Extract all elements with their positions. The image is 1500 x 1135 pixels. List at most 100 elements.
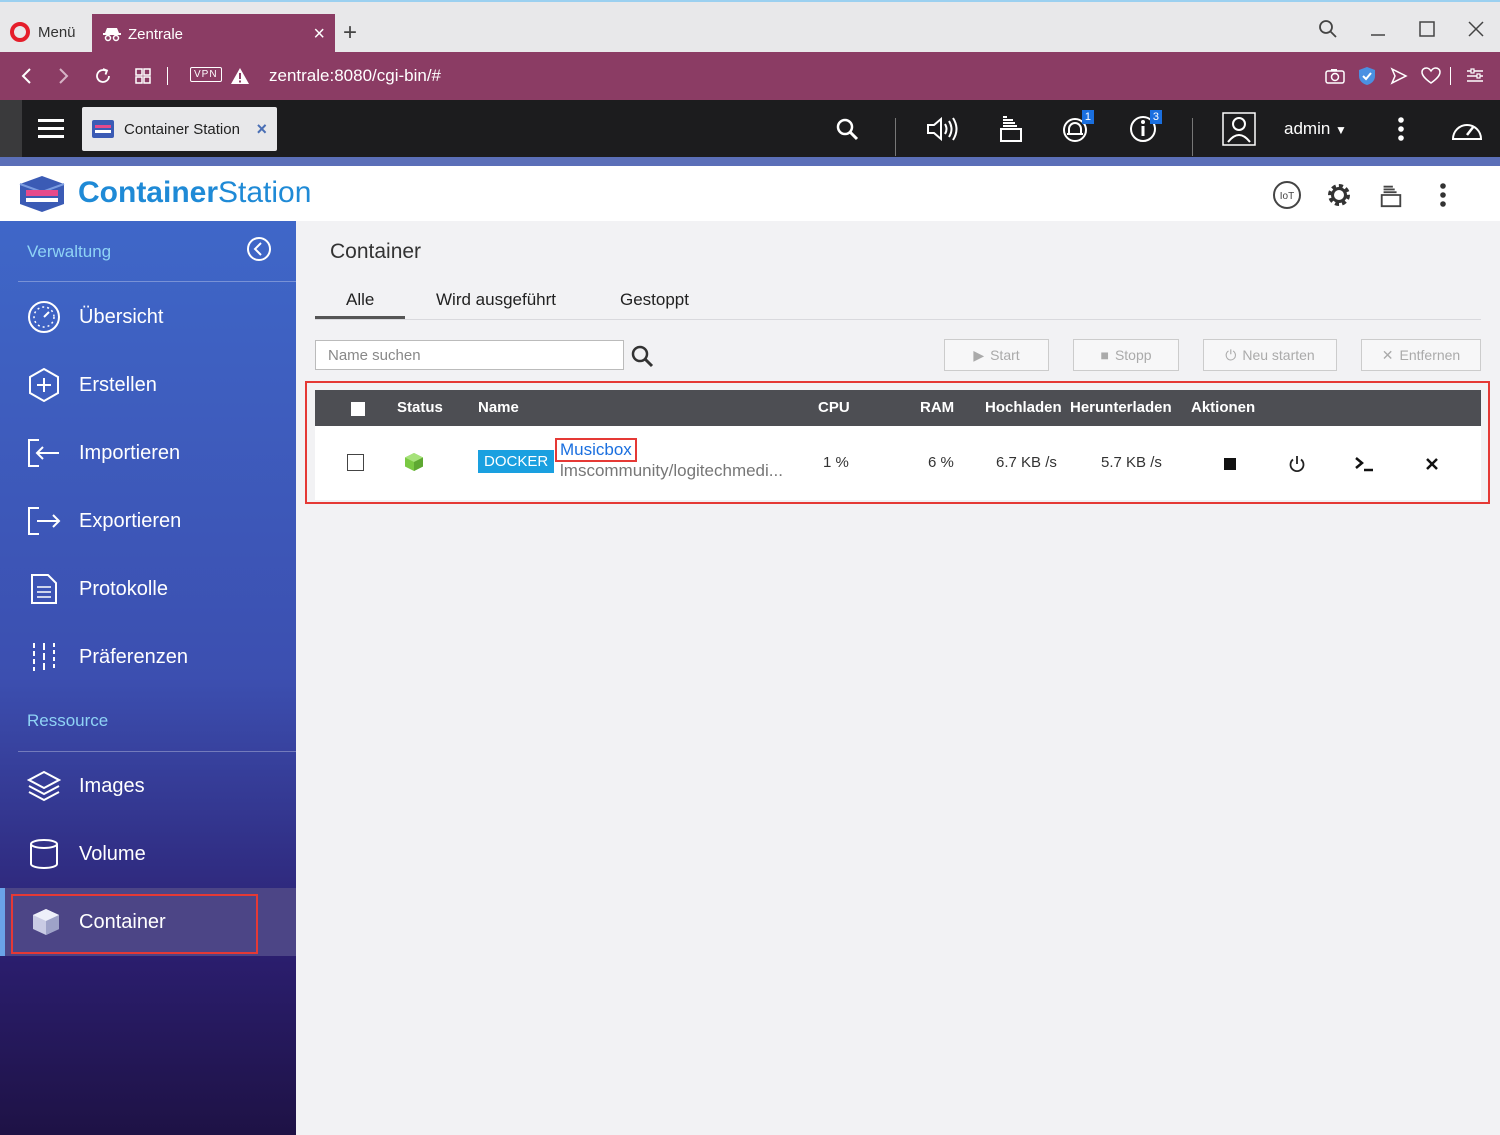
import-icon — [27, 436, 61, 470]
close-window-icon[interactable] — [1461, 16, 1491, 42]
opera-menu-button[interactable]: Menü — [10, 22, 76, 42]
dashboard-gauge-icon[interactable] — [1450, 112, 1484, 146]
snapshot-icon[interactable] — [1323, 64, 1347, 88]
remove-button[interactable]: ✕ Entfernen — [1361, 339, 1481, 371]
speaker-icon[interactable] — [926, 112, 960, 146]
create-plus-icon — [27, 368, 61, 402]
url-field[interactable]: zentrale:8080/cgi-bin/# — [269, 66, 441, 86]
accent-strip — [0, 157, 1500, 166]
speed-dial-icon[interactable] — [131, 64, 155, 88]
maximize-icon[interactable] — [1412, 16, 1442, 42]
container-station-logo-icon — [18, 176, 66, 212]
info-badge: 3 — [1149, 110, 1162, 124]
preferences-sliders-icon — [27, 640, 61, 674]
minimize-icon[interactable] — [1363, 16, 1393, 42]
search-icon[interactable] — [630, 344, 654, 368]
highlight-box — [11, 894, 258, 954]
user-avatar-icon[interactable] — [1222, 112, 1256, 146]
section-ressource: Ressource — [27, 711, 109, 730]
info-icon[interactable]: 3 — [1126, 110, 1162, 146]
stop-button[interactable]: ■ Stopp — [1073, 339, 1179, 371]
vpn-badge[interactable]: VPN — [190, 67, 222, 82]
back-icon[interactable] — [14, 64, 38, 88]
log-document-icon — [27, 572, 61, 606]
browser-search-icon[interactable] — [1313, 16, 1343, 42]
separator — [895, 118, 896, 156]
sidebar-item-volume[interactable]: Volume — [0, 820, 296, 888]
sidebar-item-importieren[interactable]: Importieren — [0, 419, 296, 487]
warning-icon[interactable] — [228, 64, 252, 88]
heart-icon[interactable] — [1419, 64, 1443, 88]
background-tasks-icon[interactable] — [1376, 180, 1406, 210]
notification-icon[interactable]: 1 — [1058, 110, 1094, 146]
layers-icon — [27, 769, 61, 803]
stop-label: Stopp — [1114, 347, 1152, 363]
svg-text:IoT: IoT — [1280, 191, 1294, 202]
sidebar-item-label: Images — [79, 774, 145, 797]
browser-tab-close-icon[interactable]: × — [313, 24, 325, 44]
settings-gear-icon[interactable] — [1324, 180, 1354, 210]
iot-icon[interactable]: IoT — [1272, 180, 1302, 210]
main-content: Container Alle Wird ausgeführt Gestoppt … — [296, 221, 1500, 1135]
dashboard-icon — [27, 300, 61, 334]
start-label: Start — [990, 347, 1020, 363]
close-icon: ✕ — [1381, 346, 1394, 363]
page-title: Container — [330, 240, 422, 263]
forward-icon[interactable] — [52, 64, 76, 88]
sidebar-item-erstellen[interactable]: Erstellen — [0, 351, 296, 419]
browser-tab-title: Zentrale — [128, 25, 184, 43]
sidebar-item-label: Protokolle — [79, 577, 168, 600]
sidebar-item-label: Volume — [79, 842, 146, 865]
notification-badge: 1 — [1081, 110, 1094, 124]
sidebar-item-praeferenzen[interactable]: Präferenzen — [0, 623, 296, 691]
container-station-logo-icon — [92, 120, 114, 138]
restart-button[interactable]: ⏻ Neu starten — [1203, 339, 1337, 371]
divider — [1450, 67, 1451, 85]
bar-edge — [0, 100, 22, 157]
app-title: ContainerStation — [78, 176, 311, 210]
start-button[interactable]: ▶ Start — [944, 339, 1049, 371]
active-tab-indicator — [315, 316, 405, 319]
section-verwaltung: Verwaltung — [27, 242, 112, 261]
app-tab-container-station[interactable]: Container Station × — [82, 107, 277, 151]
sidebar-item-protokolle[interactable]: Protokolle — [0, 555, 296, 623]
sidebar-item-uebersicht[interactable]: Übersicht — [0, 283, 296, 351]
background-tasks-icon[interactable] — [994, 112, 1028, 146]
more-options-icon[interactable] — [1428, 180, 1458, 210]
browser-tab[interactable]: Zentrale × — [92, 14, 335, 54]
stop-icon: ■ — [1100, 347, 1109, 363]
sidebar-item-label: Importieren — [79, 441, 181, 464]
sidebar-item-exportieren[interactable]: Exportieren — [0, 487, 296, 555]
restart-label: Neu starten — [1242, 347, 1315, 363]
tab-gestoppt[interactable]: Gestoppt — [620, 290, 689, 310]
new-tab-button[interactable]: + — [343, 19, 357, 47]
shield-icon[interactable] — [1355, 64, 1379, 88]
app-tab-label: Container Station — [124, 120, 240, 138]
incognito-icon — [102, 26, 122, 42]
app-title-bold: Container — [78, 176, 219, 209]
collapse-sidebar-icon[interactable] — [246, 236, 272, 262]
highlight-box — [305, 381, 1490, 504]
search-input[interactable] — [315, 340, 624, 370]
tab-wird-ausgefuehrt[interactable]: Wird ausgeführt — [436, 290, 556, 310]
admin-user-menu[interactable]: admin ▼ — [1284, 119, 1347, 139]
hamburger-menu-icon[interactable] — [34, 112, 68, 146]
easy-setup-icon[interactable] — [1463, 64, 1487, 88]
tab-bar: Alle Wird ausgeführt Gestoppt — [315, 287, 1481, 320]
sidebar-item-images[interactable]: Images — [0, 752, 296, 820]
search-icon[interactable] — [830, 112, 864, 146]
tab-alle[interactable]: Alle — [346, 290, 374, 310]
address-bar: VPN zentrale:8080/cgi-bin/# — [0, 52, 1500, 100]
opera-logo-icon — [10, 22, 30, 42]
power-icon: ⏻ — [1225, 346, 1237, 363]
send-icon[interactable] — [1387, 64, 1411, 88]
section-divider — [18, 281, 296, 282]
play-icon: ▶ — [973, 346, 985, 363]
opera-menu-label: Menü — [38, 23, 76, 41]
more-options-icon[interactable] — [1384, 112, 1418, 146]
app-header: ContainerStation IoT — [0, 166, 1500, 221]
app-tab-close-icon[interactable]: × — [256, 119, 267, 140]
reload-icon[interactable] — [91, 64, 115, 88]
divider — [167, 67, 168, 85]
chevron-down-icon: ▼ — [1335, 123, 1347, 137]
